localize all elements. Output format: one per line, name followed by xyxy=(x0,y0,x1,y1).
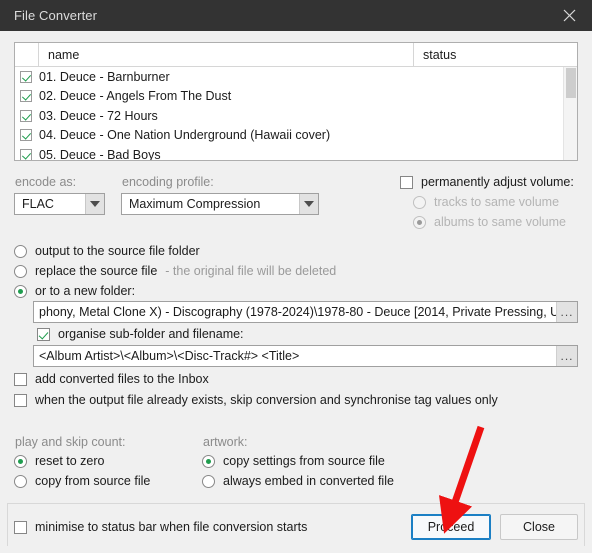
organise-subfolder-checkbox[interactable]: organise sub-folder and filename: xyxy=(37,327,244,341)
row-name: 05. Deuce - Bad Boys xyxy=(39,147,161,160)
permanently-adjust-volume-label: permanently adjust volume: xyxy=(421,175,574,189)
close-icon[interactable] xyxy=(546,0,592,31)
radio-icon[interactable] xyxy=(413,195,426,209)
file-converter-dialog: File Converter name status 01. Deuce - B… xyxy=(0,0,592,553)
chevron-down-icon[interactable] xyxy=(299,194,318,214)
row-checkbox-icon[interactable] xyxy=(20,109,32,122)
row-name: 01. Deuce - Barnburner xyxy=(39,69,170,84)
radio-icon[interactable] xyxy=(413,215,426,229)
skip-existing-label: when the output file already exists, ski… xyxy=(35,393,498,407)
replace-source-file-label: replace the source file xyxy=(35,264,158,278)
artwork-copy-settings-label: copy settings from source file xyxy=(223,454,385,468)
checkbox-icon[interactable] xyxy=(14,520,27,534)
new-folder-radio[interactable]: or to a new folder: xyxy=(14,284,135,298)
add-to-inbox-label: add converted files to the Inbox xyxy=(35,372,209,386)
column-header-status[interactable]: status xyxy=(414,43,577,66)
output-to-source-folder-label: output to the source file folder xyxy=(35,244,200,258)
albums-to-same-volume-label: albums to same volume xyxy=(434,215,567,229)
copy-play-count-radio[interactable]: copy from source file xyxy=(14,474,150,488)
row-checkbox-icon[interactable] xyxy=(20,70,32,83)
encoding-profile-value: Maximum Compression xyxy=(129,197,261,211)
tracks-to-same-volume-radio[interactable]: tracks to same volume xyxy=(413,195,559,209)
title-bar: File Converter xyxy=(0,0,592,31)
copy-play-count-label: copy from source file xyxy=(35,474,151,488)
organise-subfolder-label: organise sub-folder and filename: xyxy=(58,327,244,341)
row-name: 04. Deuce - One Nation Underground (Hawa… xyxy=(39,128,331,143)
file-list[interactable]: name status 01. Deuce - Barnburner 02. D… xyxy=(14,42,578,161)
reset-to-zero-radio[interactable]: reset to zero xyxy=(14,454,104,468)
row-checkbox-icon[interactable] xyxy=(20,90,32,103)
radio-icon[interactable] xyxy=(14,264,27,278)
checkbox-icon[interactable] xyxy=(400,175,413,189)
artwork-copy-settings-radio[interactable]: copy settings from source file xyxy=(202,454,385,468)
destination-path-input[interactable]: phony, Metal Clone X) - Discography (197… xyxy=(34,302,556,322)
encoding-profile-select[interactable]: Maximum Compression xyxy=(121,193,319,215)
table-row[interactable]: 04. Deuce - One Nation Underground (Hawa… xyxy=(15,126,577,146)
window-title: File Converter xyxy=(14,8,98,23)
artwork-group-label: artwork: xyxy=(203,435,248,449)
encode-as-value: FLAC xyxy=(22,197,54,211)
row-checkbox-icon[interactable] xyxy=(20,148,32,160)
row-name: 03. Deuce - 72 Hours xyxy=(39,108,158,123)
row-checkbox-icon[interactable] xyxy=(20,129,32,142)
table-row[interactable]: 01. Deuce - Barnburner xyxy=(15,67,577,87)
albums-to-same-volume-radio[interactable]: albums to same volume xyxy=(413,215,566,229)
column-header-check xyxy=(15,43,39,66)
artwork-always-embed-radio[interactable]: always embed in converted file xyxy=(202,474,394,488)
filename-pattern-field[interactable]: <Album Artist>\<Album>\<Disc-Track#> <Ti… xyxy=(33,345,578,367)
file-list-scrollbar-thumb[interactable] xyxy=(566,68,576,98)
play-skip-count-group-label: play and skip count: xyxy=(15,435,126,449)
table-row[interactable]: 03. Deuce - 72 Hours xyxy=(15,106,577,126)
table-row[interactable]: 02. Deuce - Angels From The Dust xyxy=(15,87,577,107)
output-to-source-folder-radio[interactable]: output to the source file folder xyxy=(14,244,200,258)
destination-browse-button[interactable]: ... xyxy=(556,302,577,322)
filename-pattern-browse-button[interactable]: ... xyxy=(556,346,577,366)
reset-to-zero-label: reset to zero xyxy=(35,454,105,468)
encode-as-label: encode as: xyxy=(15,175,77,189)
checkbox-icon[interactable] xyxy=(37,327,50,341)
add-to-inbox-checkbox[interactable]: add converted files to the Inbox xyxy=(14,372,209,386)
close-button[interactable]: Close xyxy=(500,514,578,540)
skip-existing-checkbox[interactable]: when the output file already exists, ski… xyxy=(14,393,498,407)
tracks-to-same-volume-label: tracks to same volume xyxy=(434,195,560,209)
destination-path-field[interactable]: phony, Metal Clone X) - Discography (197… xyxy=(33,301,578,323)
file-list-header: name status xyxy=(15,43,577,67)
checkbox-icon[interactable] xyxy=(14,393,27,407)
radio-icon[interactable] xyxy=(202,454,215,468)
checkbox-icon[interactable] xyxy=(14,372,27,386)
minimise-to-status-bar-label: minimise to status bar when file convers… xyxy=(35,520,308,534)
radio-icon[interactable] xyxy=(14,244,27,258)
radio-icon[interactable] xyxy=(202,474,215,488)
radio-icon[interactable] xyxy=(14,284,27,298)
radio-icon[interactable] xyxy=(14,474,27,488)
minimise-to-status-bar-checkbox[interactable]: minimise to status bar when file convers… xyxy=(14,520,307,534)
file-list-rows: 01. Deuce - Barnburner 02. Deuce - Angel… xyxy=(15,67,577,160)
replace-source-file-note: - the original file will be deleted xyxy=(165,264,337,278)
file-list-scrollbar[interactable] xyxy=(563,67,577,160)
dialog-body: name status 01. Deuce - Barnburner 02. D… xyxy=(0,31,592,553)
proceed-button[interactable]: Proceed xyxy=(411,514,491,540)
filename-pattern-input[interactable]: <Album Artist>\<Album>\<Disc-Track#> <Ti… xyxy=(34,346,556,366)
new-folder-label: or to a new folder: xyxy=(35,284,136,298)
encode-as-select[interactable]: FLAC xyxy=(14,193,105,215)
encoding-profile-label: encoding profile: xyxy=(122,175,214,189)
replace-source-file-radio[interactable]: replace the source file - the original f… xyxy=(14,264,336,278)
radio-icon[interactable] xyxy=(14,454,27,468)
column-header-name[interactable]: name xyxy=(39,43,414,66)
chevron-down-icon[interactable] xyxy=(85,194,104,214)
artwork-always-embed-label: always embed in converted file xyxy=(223,474,394,488)
table-row[interactable]: 05. Deuce - Bad Boys xyxy=(15,145,577,160)
permanently-adjust-volume-checkbox[interactable]: permanently adjust volume: xyxy=(400,175,574,189)
row-name: 02. Deuce - Angels From The Dust xyxy=(39,89,232,104)
